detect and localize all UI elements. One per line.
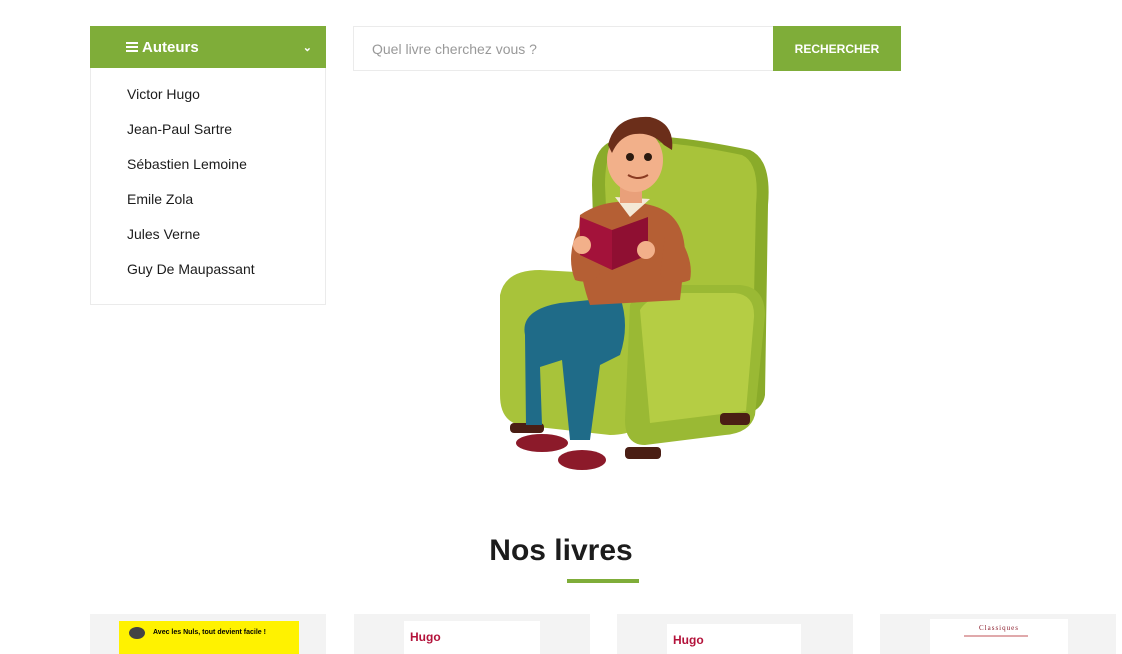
author-item[interactable]: Jules Verne (91, 222, 325, 257)
book-card[interactable]: Classiques (880, 614, 1116, 654)
dummies-logo-icon (129, 627, 145, 639)
authors-dropdown-toggle[interactable]: Auteurs ⌄ (90, 26, 326, 68)
cover-text: Hugo (410, 630, 441, 644)
hero-illustration (480, 105, 790, 485)
cover-rule (964, 635, 1028, 637)
book-card[interactable]: Hugo (617, 614, 853, 654)
book-cover: Hugo (404, 621, 540, 654)
author-item[interactable]: Emile Zola (91, 187, 325, 222)
chevron-down-icon: ⌄ (302, 41, 312, 54)
cover-text: Classiques (979, 624, 1019, 632)
author-item[interactable]: Guy De Maupassant (91, 257, 325, 292)
author-item[interactable]: Jean-Paul Sartre (91, 117, 325, 152)
book-cover: Classiques (930, 619, 1068, 654)
hamburger-icon (126, 42, 138, 52)
book-card[interactable]: Hugo (354, 614, 590, 654)
cover-text: Hugo (673, 633, 704, 647)
sidebar-title: Auteurs (142, 38, 199, 56)
cover-text: Avec les Nuls, tout devient facile ! (153, 629, 266, 636)
section-title: Nos livres (489, 534, 633, 567)
search-input[interactable] (353, 26, 773, 71)
author-list: Victor Hugo Jean-Paul Sartre Sébastien L… (90, 68, 326, 305)
book-cover: Hugo (667, 624, 801, 654)
author-item[interactable]: Sébastien Lemoine (91, 152, 325, 187)
title-underline (567, 579, 639, 583)
search-bar: RECHERCHER (353, 26, 901, 71)
authors-sidebar: Auteurs ⌄ Victor Hugo Jean-Paul Sartre S… (90, 26, 326, 305)
book-cover: Avec les Nuls, tout devient facile ! (119, 621, 299, 654)
search-button[interactable]: RECHERCHER (773, 26, 901, 71)
author-item[interactable]: Victor Hugo (91, 82, 325, 117)
book-card[interactable]: Avec les Nuls, tout devient facile ! (90, 614, 326, 654)
